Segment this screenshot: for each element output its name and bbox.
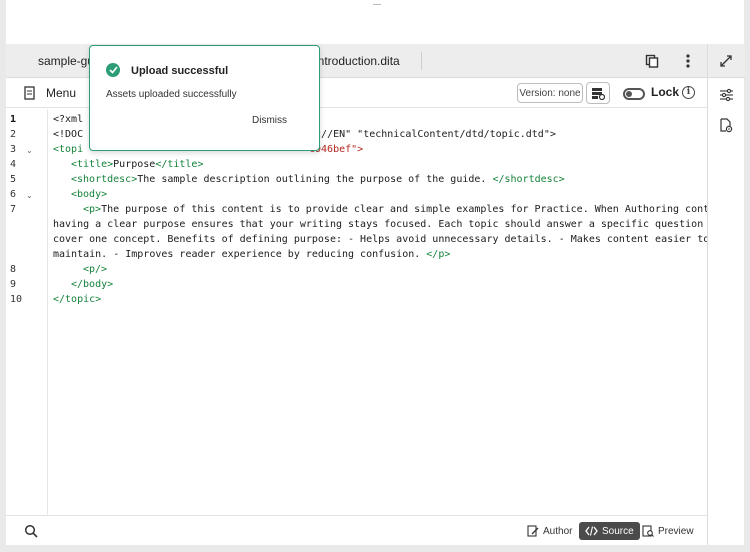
- code-tag: </shortdesc>: [492, 174, 565, 185]
- right-rail: [707, 44, 745, 545]
- line-number: 3: [10, 144, 17, 155]
- code-tag: <body>: [71, 189, 108, 200]
- code-text: The sample description outlining the pur…: [137, 174, 493, 185]
- line-number: 10: [10, 294, 23, 305]
- rail-header: [708, 44, 745, 78]
- info-icon[interactable]: i: [682, 86, 695, 99]
- code-tag: </topic>: [53, 294, 102, 305]
- lock-toggle[interactable]: [623, 88, 645, 100]
- more-options-icon[interactable]: [676, 49, 700, 73]
- search-icon[interactable]: [19, 519, 43, 543]
- code-line-2-tail: pic//EN" "technicalContent/dtd/topic.dtd…: [303, 127, 556, 142]
- menu-label: Menu: [46, 86, 77, 100]
- code-line-3: <topi: [53, 142, 83, 157]
- preview-icon: [642, 525, 654, 537]
- code-text: cover one concept. Benefits of defining …: [53, 234, 710, 245]
- fold-chevron-icon[interactable]: ⌄: [26, 191, 33, 200]
- code-line-7-wrap: cover one concept. Benefits of defining …: [53, 232, 709, 247]
- source-editor[interactable]: 1 2 3 ⌄ 4 5 6 ⌄ 7 8 9 10 <?xml <!DOC pic…: [6, 109, 733, 515]
- line-number: 2: [10, 129, 17, 140]
- toast-title: Upload successful: [131, 65, 229, 77]
- code-text: <!DOC: [53, 129, 84, 140]
- line-number: 6: [10, 189, 17, 200]
- top-divider: [373, 4, 381, 5]
- code-line-8: <p/>: [83, 262, 107, 277]
- code-tag: </p>: [426, 249, 451, 260]
- preview-mode-button[interactable]: Preview: [642, 522, 694, 540]
- code-text: <?xml: [53, 114, 84, 125]
- line-number: 1: [10, 114, 17, 125]
- expand-icon[interactable]: [714, 49, 738, 73]
- version-history-icon: [592, 88, 605, 100]
- code-line-7-wrap: maintain. - Improves reader experience b…: [53, 247, 450, 262]
- code-text: The purpose of this content is to provid…: [101, 204, 734, 215]
- line-number: 5: [10, 174, 17, 185]
- fold-chevron-icon[interactable]: ⌄: [26, 146, 33, 155]
- app-frame: sample-gu introduction.dita Menu Version…: [6, 0, 745, 545]
- line-number: 9: [10, 279, 17, 290]
- version-history-button[interactable]: [586, 82, 610, 104]
- code-tag: <shortdesc>: [71, 174, 138, 185]
- top-bar: [6, 0, 744, 44]
- code-line-6: <body>: [71, 187, 107, 202]
- code-tag: <title>: [71, 159, 114, 170]
- source-mode-button[interactable]: Source: [579, 522, 640, 540]
- line-number: 4: [10, 159, 17, 170]
- version-button[interactable]: Version: none: [517, 83, 583, 103]
- tab-introduction[interactable]: introduction.dita: [315, 44, 400, 78]
- code-tag: </body>: [71, 279, 114, 290]
- code-text: having a clear purpose ensures that your…: [53, 219, 722, 230]
- bottom-bar: Author Source Preview: [6, 515, 707, 545]
- code-line-4: <title>Purpose</title>: [71, 157, 203, 172]
- code-line-5: <shortdesc>The sample description outlin…: [71, 172, 565, 187]
- preview-mode-label: Preview: [658, 525, 694, 537]
- code-icon: [585, 526, 598, 536]
- code-text: Purpose: [113, 159, 156, 170]
- tab-sample-guide[interactable]: sample-gu: [38, 44, 94, 78]
- line-number: 7: [10, 204, 17, 215]
- document-edit-icon: [24, 86, 35, 100]
- code-tag: <p>: [83, 204, 102, 215]
- source-mode-label: Source: [602, 525, 634, 537]
- success-check-icon: [106, 63, 120, 77]
- lock-label: Lock: [651, 85, 680, 99]
- menu-button[interactable]: Menu: [24, 83, 76, 103]
- author-icon: [527, 525, 539, 537]
- code-tag: <p/>: [83, 264, 108, 275]
- code-line-9: </body>: [71, 277, 113, 292]
- code-tag: </title>: [155, 159, 204, 170]
- line-number-gutter: 1 2 3 ⌄ 4 5 6 ⌄ 7 8 9 10: [6, 109, 48, 515]
- code-text: maintain. - Improves reader experience b…: [53, 249, 427, 260]
- code-line-7: <p>The purpose of this content is to pro…: [83, 202, 733, 217]
- toast-message: Assets uploaded successfully: [106, 89, 237, 100]
- line-number: 8: [10, 264, 17, 275]
- code-text: pic//EN" "technicalContent/dtd/topic.dtd…: [303, 129, 556, 140]
- code-line-2: <!DOC: [53, 127, 83, 142]
- settings-sliders-icon[interactable]: [714, 83, 738, 107]
- code-line-1: <?xml: [53, 112, 83, 127]
- author-mode-button[interactable]: Author: [527, 522, 572, 540]
- document-settings-icon[interactable]: [714, 113, 738, 137]
- code-tag: <topi: [53, 144, 84, 155]
- upload-toast: Upload successful Assets uploaded succes…: [89, 45, 320, 151]
- code-line-10: </topic>: [53, 292, 101, 307]
- tab-divider: [421, 52, 422, 70]
- dismiss-button[interactable]: Dismiss: [252, 115, 287, 126]
- author-mode-label: Author: [543, 525, 573, 537]
- code-line-7-wrap: having a clear purpose ensures that your…: [53, 217, 721, 232]
- copy-icon[interactable]: [640, 49, 664, 73]
